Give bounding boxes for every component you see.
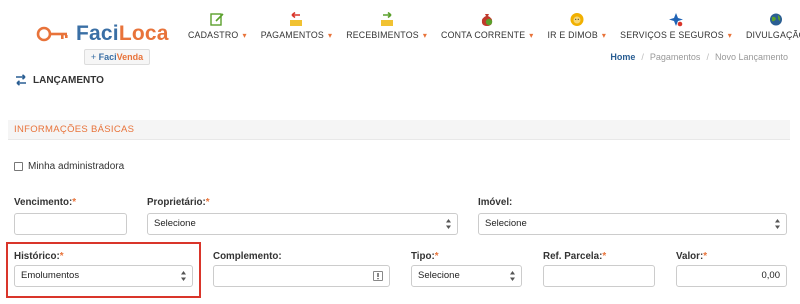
proprietario-label: Proprietário:*: [147, 197, 210, 208]
nav-item-ir-e-dimob[interactable]: IR E DIMOB ▾: [548, 4, 607, 40]
nav-item-divulgacao[interactable]: DIVULGAÇÃO: [746, 4, 800, 40]
facivenda-part1: Faci: [98, 52, 117, 62]
imovel-select-value: Selecione: [485, 218, 527, 229]
chevron-down-icon: ▾: [727, 31, 732, 40]
breadcrumb-pagamentos[interactable]: Pagamentos: [650, 52, 701, 62]
nav-item-pagamentos[interactable]: PAGAMENTOS ▾: [261, 4, 332, 40]
breadcrumb-separator: /: [641, 52, 644, 62]
page-title: LANÇAMENTO: [14, 74, 104, 86]
nav-label-ir-e-dimob: IR E DIMOB: [547, 30, 598, 40]
required-marker: *: [205, 197, 210, 208]
edit-icon: [210, 13, 224, 26]
proprietario-label-text: Proprietário:: [147, 197, 206, 208]
page-title-text: LANÇAMENTO: [33, 74, 104, 86]
facivenda-part2: Venda: [116, 52, 144, 62]
facivenda-prefix: +: [90, 52, 99, 62]
select-arrows-icon: [775, 219, 780, 229]
section-title: INFORMAÇÕES BÁSICAS: [14, 124, 135, 135]
nav-label-recebimentos: RECEBIMENTOS: [346, 30, 419, 40]
minha-administradora-row[interactable]: Minha administradora: [14, 161, 124, 172]
nav-item-conta-corrente[interactable]: CONTA CORRENTE ▾: [441, 4, 533, 40]
proprietario-select-value: Selecione: [154, 218, 196, 229]
transfer-icon: [16, 74, 26, 86]
breadcrumb: Home / Pagamentos / Novo Lançamento: [610, 52, 788, 62]
imovel-label: Imóvel:: [478, 197, 513, 208]
nav-label-divulgacao: DIVULGAÇÃO: [746, 30, 800, 40]
minha-administradora-checkbox[interactable]: [14, 162, 23, 171]
complemento-label: Complemento:: [213, 251, 282, 262]
chevron-down-icon: ▾: [601, 31, 607, 40]
lion-icon: [570, 13, 584, 26]
chevron-down-icon: ▾: [327, 31, 333, 40]
historico-highlight: [6, 242, 201, 298]
required-marker: *: [72, 197, 77, 208]
facivenda-link[interactable]: + FaciVenda: [84, 49, 150, 65]
minha-administradora-label: Minha administradora: [28, 161, 125, 172]
proprietario-select[interactable]: Selecione: [147, 213, 458, 235]
valor-label-text: Valor:: [676, 251, 704, 262]
nav-label-pagamentos: PAGAMENTOS: [260, 30, 324, 40]
required-marker: *: [602, 251, 607, 262]
valor-input[interactable]: 0,00: [676, 265, 787, 287]
nav-item-cadastro[interactable]: CADASTRO ▾: [188, 4, 247, 40]
logo-text-primary: Faci: [76, 22, 119, 45]
breadcrumb-current: Novo Lançamento: [714, 52, 788, 62]
valor-label: Valor:*: [676, 251, 707, 262]
ref-parcela-label-text: Ref. Parcela:: [543, 251, 603, 262]
key-icon: [36, 26, 68, 42]
required-marker: *: [434, 251, 439, 262]
chevron-down-icon: ▾: [242, 31, 247, 40]
chevron-down-icon: ▾: [529, 31, 534, 40]
payments-icon: [290, 12, 303, 26]
ref-parcela-label: Ref. Parcela:*: [543, 251, 606, 262]
select-arrows-icon: [510, 271, 515, 281]
nav-label-conta-corrente: CONTA CORRENTE: [441, 30, 526, 40]
vencimento-input[interactable]: [14, 213, 127, 235]
section-header: INFORMAÇÕES BÁSICAS: [8, 120, 790, 140]
nav-label-servicos-e-seguros: SERVIÇOS E SEGUROS: [620, 30, 724, 40]
main-nav: CADASTRO ▾ PAGAMENTOS ▾ RECEBIMENTOS ▾ CONT…: [180, 4, 800, 40]
options-icon[interactable]: [373, 271, 383, 281]
tipo-label-text: Tipo:: [411, 251, 435, 262]
ref-parcela-input[interactable]: [543, 265, 655, 287]
nav-item-servicos-e-seguros[interactable]: SERVIÇOS E SEGUROS ▾: [620, 4, 732, 40]
receipts-icon: [380, 12, 393, 26]
required-marker: *: [703, 251, 708, 262]
services-icon: [669, 13, 684, 27]
vencimento-label-text: Vencimento:: [14, 197, 73, 208]
complemento-input[interactable]: [213, 265, 390, 287]
imovel-select[interactable]: Selecione: [478, 213, 787, 235]
breadcrumb-home[interactable]: Home: [610, 52, 635, 62]
nav-label-cadastro: CADASTRO: [188, 30, 239, 40]
logo-text-accent: Loca: [118, 22, 169, 45]
tipo-label: Tipo:*: [411, 251, 439, 262]
vencimento-label: Vencimento:*: [14, 197, 76, 208]
tipo-select[interactable]: Selecione: [411, 265, 522, 287]
breadcrumb-separator: /: [706, 52, 709, 62]
globe-icon: [769, 13, 782, 26]
facilocal-logo[interactable]: FaciLoca: [36, 22, 169, 46]
tipo-select-value: Selecione: [418, 270, 460, 281]
chevron-down-icon: ▾: [422, 31, 428, 40]
money-bag-icon: [482, 14, 493, 26]
nav-item-recebimentos[interactable]: RECEBIMENTOS ▾: [346, 4, 427, 40]
select-arrows-icon: [446, 219, 451, 229]
